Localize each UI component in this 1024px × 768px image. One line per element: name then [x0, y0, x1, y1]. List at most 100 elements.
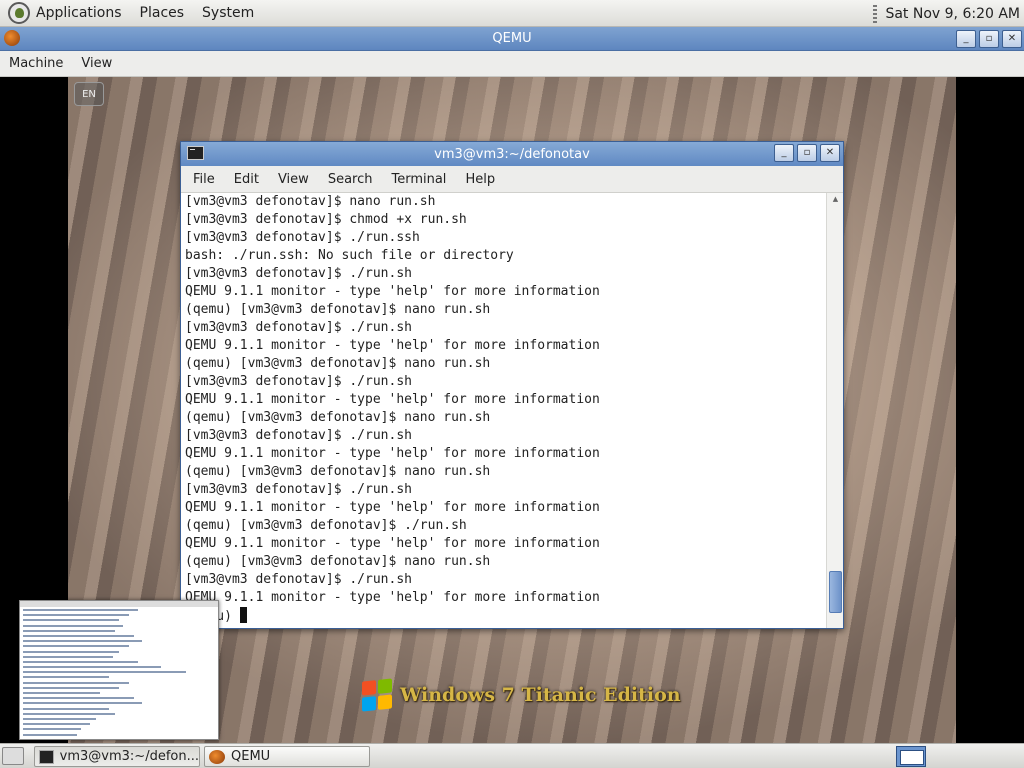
terminal-line: (qemu) [vm3@vm3 defonotav]$ nano run.sh — [185, 464, 491, 479]
preview-line — [23, 692, 100, 694]
terminal-prompt-line: (qemu) — [185, 607, 827, 626]
preview-line — [23, 619, 119, 622]
terminal-menu-search[interactable]: Search — [328, 172, 373, 187]
qemu-close-button[interactable]: ✕ — [1002, 30, 1022, 48]
preview-line — [23, 660, 139, 663]
clock[interactable]: Sat Nov 9, 6:20 AM — [885, 6, 1020, 22]
qemu-window-title: QEMU — [492, 31, 532, 46]
terminal-line: (qemu) [vm3@vm3 defonotav]$ nano run.sh — [185, 554, 491, 569]
preview-line — [23, 728, 81, 731]
terminal-line: (qemu) [vm3@vm3 defonotav]$ nano run.sh — [185, 410, 491, 425]
terminal-cursor — [239, 607, 247, 623]
scroll-up-icon[interactable]: ▲ — [827, 193, 844, 205]
places-menu[interactable]: Places — [140, 5, 185, 21]
qemu-app-icon[interactable] — [4, 30, 20, 46]
top-panel: Applications Places System Sat Nov 9, 6:… — [0, 0, 1024, 27]
applications-label: Applications — [36, 5, 122, 21]
terminal-scrollbar[interactable]: ▲ — [826, 193, 843, 628]
applications-menu[interactable]: Applications — [8, 2, 122, 24]
terminal-line: QEMU 9.1.1 monitor - type 'help' for mor… — [185, 338, 600, 353]
terminal-line: (qemu) [vm3@vm3 defonotav]$ nano run.sh — [185, 356, 491, 371]
clock-area: Sat Nov 9, 6:20 AM — [873, 0, 1020, 27]
places-label: Places — [139, 5, 185, 21]
terminal-line: QEMU 9.1.1 monitor - type 'help' for mor… — [185, 590, 600, 605]
terminal-line: [vm3@vm3 defonotav]$ ./run.sh — [185, 320, 412, 335]
qemu-task-icon — [209, 749, 225, 764]
terminal-close-button[interactable]: ✕ — [820, 144, 840, 162]
terminal-line: bash: ./run.ssh: No such file or directo… — [185, 248, 514, 263]
terminal-menu-view[interactable]: View — [278, 172, 309, 187]
terminal-minimize-button[interactable]: _ — [774, 144, 794, 162]
preview-line — [23, 650, 119, 653]
terminal-line: [vm3@vm3 defonotav]$ ./run.sh — [185, 482, 412, 497]
workspace-switcher[interactable] — [896, 746, 926, 767]
terminal-line: [vm3@vm3 defonotav]$ ./run.sh — [185, 572, 412, 587]
windows-edition-text: Windows 7 Titanic Edition — [400, 684, 681, 706]
preview-line — [23, 640, 143, 643]
preview-line — [23, 707, 110, 710]
terminal-line: (qemu) [vm3@vm3 defonotav]$ nano run.sh — [185, 302, 491, 317]
preview-line — [23, 686, 119, 689]
terminal-menu-edit[interactable]: Edit — [234, 172, 259, 187]
language-indicator[interactable]: EN — [74, 82, 104, 106]
preview-line — [23, 624, 123, 627]
terminal-line: QEMU 9.1.1 monitor - type 'help' for mor… — [185, 284, 600, 299]
window-preview-thumbnail[interactable] — [19, 600, 219, 740]
menu-machine[interactable]: Machine — [9, 56, 63, 71]
qemu-minimize-button[interactable]: _ — [956, 30, 976, 48]
preview-line — [23, 717, 96, 720]
qemu-titlebar[interactable]: QEMU _ ▫ ✕ — [0, 27, 1024, 51]
preview-line — [23, 723, 91, 726]
qemu-menubar: Machine View — [0, 51, 1024, 77]
panel-separator-handle[interactable] — [873, 4, 878, 23]
preview-line — [23, 655, 114, 658]
menu-view[interactable]: View — [81, 56, 112, 71]
terminal-menu-help[interactable]: Help — [465, 172, 495, 187]
terminal-line: [vm3@vm3 defonotav]$ ./run.sh — [185, 266, 412, 281]
terminal-line: [vm3@vm3 defonotav]$ ./run.sh — [185, 428, 412, 443]
preview-content — [20, 607, 218, 739]
preview-line — [23, 609, 139, 611]
preview-line — [23, 614, 129, 617]
taskbar-item-qemu[interactable]: QEMU — [204, 746, 370, 767]
system-label: System — [202, 5, 255, 21]
windows-flag-icon — [362, 678, 392, 712]
taskbar-item-terminal-label: vm3@vm3:~/defon... — [59, 749, 199, 764]
preview-line — [23, 645, 129, 648]
preview-line — [23, 671, 187, 674]
terminal-icon[interactable] — [187, 146, 204, 160]
bottom-panel: vm3@vm3:~/defon... QEMU — [0, 743, 1024, 768]
terminal-task-icon — [39, 749, 54, 764]
terminal-menu-file[interactable]: File — [193, 172, 215, 187]
preview-line — [23, 666, 162, 669]
qemu-maximize-button[interactable]: ▫ — [979, 30, 999, 48]
terminal-line: [vm3@vm3 defonotav]$ ./run.sh — [185, 374, 412, 389]
terminal-menu-terminal[interactable]: Terminal — [391, 172, 446, 187]
preview-line — [23, 676, 110, 679]
terminal-window: vm3@vm3:~/defonotav _ ▫ ✕ File Edit View… — [180, 141, 844, 629]
terminal-line: (qemu) [vm3@vm3 defonotav]$ ./run.sh — [185, 518, 467, 533]
taskbar-item-qemu-label: QEMU — [231, 749, 271, 764]
show-desktop-icon[interactable] — [2, 747, 24, 765]
preview-line — [23, 634, 135, 637]
terminal-line: [vm3@vm3 defonotav]$ nano run.sh — [185, 194, 436, 209]
preview-line — [23, 681, 129, 684]
preview-line — [23, 712, 116, 715]
terminal-line: QEMU 9.1.1 monitor - type 'help' for mor… — [185, 536, 600, 551]
preview-line — [23, 733, 77, 736]
windows-logo: Windows 7 Titanic Edition — [362, 678, 681, 712]
preview-line — [23, 702, 143, 705]
terminal-titlebar[interactable]: vm3@vm3:~/defonotav _ ▫ ✕ — [181, 142, 843, 166]
terminal-menubar: File Edit View Search Terminal Help — [181, 166, 843, 193]
preview-line — [23, 629, 116, 632]
terminal-line: QEMU 9.1.1 monitor - type 'help' for mor… — [185, 500, 600, 515]
terminal-line: [vm3@vm3 defonotav]$ ./run.ssh — [185, 230, 420, 245]
terminal-maximize-button[interactable]: ▫ — [797, 144, 817, 162]
system-menu[interactable]: System — [202, 5, 254, 21]
terminal-line: QEMU 9.1.1 monitor - type 'help' for mor… — [185, 446, 600, 461]
scroll-thumb[interactable] — [829, 571, 842, 613]
terminal-line: QEMU 9.1.1 monitor - type 'help' for mor… — [185, 392, 600, 407]
terminal-line: [vm3@vm3 defonotav]$ chmod +x run.sh — [185, 212, 467, 227]
taskbar-item-terminal[interactable]: vm3@vm3:~/defon... — [34, 746, 200, 767]
terminal-output[interactable]: [vm3@vm3 defonotav]$ nano run.sh [vm3@vm3… — [181, 193, 827, 628]
